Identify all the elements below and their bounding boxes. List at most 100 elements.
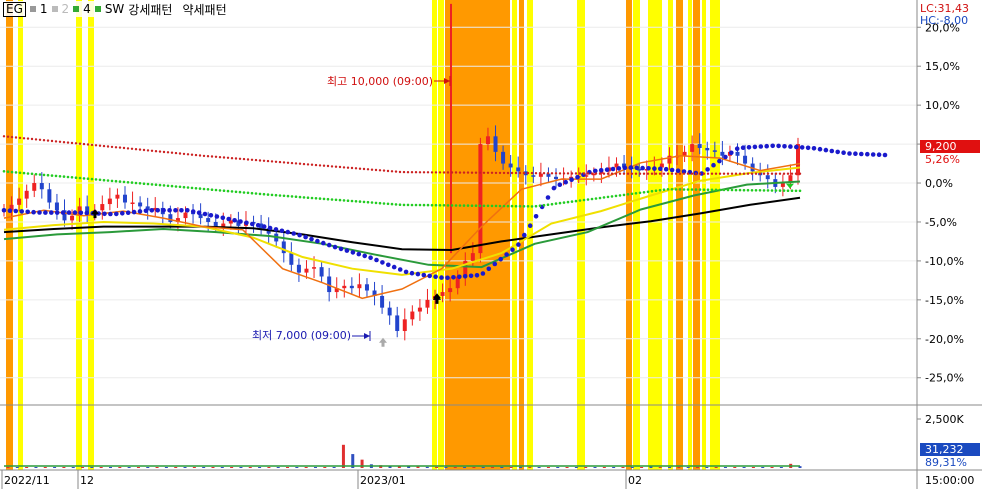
candle-body-9 [70,215,75,221]
dots-green-dot-98 [394,203,398,206]
sar-blue-dot-4 [25,209,31,215]
volume-bar-66 [621,467,625,468]
dots-red-dot-151 [606,172,610,175]
dots-red-dot-80 [322,164,326,167]
volume-bar-83 [779,467,783,468]
volume-bar-60 [565,467,569,468]
stock-chart[interactable]: 최고 10,000 (09:00) 최저 7,000 (09:00) 2 0,0%… [0,0,982,489]
volume-bar-74 [696,467,700,468]
volume-bar-11 [108,467,112,468]
eg-button[interactable]: EG [3,1,26,17]
dots-green-dot-77 [310,196,314,200]
dots-green-dot-197 [790,189,794,192]
candle-body-90 [682,151,687,156]
candle-body-52 [395,315,400,332]
dots-green-dot-5 [22,171,26,175]
sar-blue-dot-28 [167,208,172,213]
volume-bar-61 [574,467,578,468]
legend-sw[interactable]: SW [105,2,124,16]
sar-blue-dot-144 [853,151,858,156]
sar-blue-dot-86 [510,247,515,252]
dots-green-dot-94 [378,201,382,205]
dots-green-dot-21 [86,177,90,180]
dots-red-dot-180 [722,172,726,175]
dots-green-dot-25 [102,178,106,182]
dots-green-dot-72 [290,195,294,198]
dots-green-dot-6 [26,172,30,175]
pattern-band-1 [18,0,23,470]
dots-green-dot-76 [306,196,310,199]
dots-green-dot-129 [518,204,522,208]
dots-red-dot-95 [382,169,386,172]
dots-red-dot-15 [62,141,66,144]
sar-blue-dot-138 [817,146,823,152]
candle-body-7 [54,202,59,211]
y-tick-label-6: -10,0% [925,255,964,268]
candle-body-56 [425,299,430,308]
dots-red-dot-170 [682,172,686,175]
legend-item-2[interactable]: 2 [62,2,70,16]
dots-green-dot-58 [234,190,238,194]
dots-green-dot-66 [266,193,270,196]
sar-blue-dot-87 [516,242,521,247]
dots-green-dot-193 [774,189,778,192]
legend-weak-pattern[interactable]: 약세패턴 [182,1,226,18]
dots-red-dot-19 [78,142,82,145]
volume-bar-65 [612,467,616,468]
dots-green-dot-199 [798,189,802,193]
dots-green-dot-17 [70,176,74,179]
candle-body-59 [448,288,453,293]
sar-blue-dot-108 [640,165,645,171]
dots-red-dot-84 [338,165,342,169]
sar-blue-dot-113 [669,167,675,173]
dots-red-dot-42 [170,151,174,154]
candle-body-2 [17,198,22,205]
dots-red-dot-104 [418,171,422,174]
dots-green-dot-147 [590,197,594,201]
sar-blue-dot-100 [593,168,598,174]
dots-green-dot-71 [286,194,290,198]
legend-strong-pattern[interactable]: 강세패턴 [128,1,172,18]
sar-blue-dot-10 [60,210,66,215]
dots-green-dot-170 [682,188,686,191]
sar-blue-dot-105 [622,165,628,171]
legend-item-1[interactable]: 1 [40,2,48,16]
legend-box-4 [73,6,80,12]
sar-blue-dot-126 [746,145,752,150]
dots-red-dot-29 [118,146,122,149]
sar-blue-dot-84 [498,256,504,262]
volume-bar-1 [15,467,19,468]
candle-body-51 [387,307,392,316]
candle-body-40 [304,268,309,273]
dots-green-dot-172 [690,188,694,191]
sar-blue-dot-128 [758,144,764,149]
volume-bar-68 [640,467,644,468]
volume-bar-32 [304,467,308,468]
volume-bar-4 [43,467,47,468]
volume-bar-49 [463,467,467,468]
sar-blue-dot-82 [486,266,492,272]
dots-green-dot-152 [610,195,614,198]
candle-body-66 [501,151,506,164]
sar-blue-dot-12 [72,210,78,215]
sar-blue-dot-48 [285,229,291,235]
dots-red-dot-141 [566,172,570,175]
dots-red-dot-103 [414,171,418,174]
volume-bar-82 [770,467,774,468]
chart-canvas[interactable]: 최고 10,000 (09:00) 최저 7,000 (09:00) 2 0,0%… [0,0,982,489]
dots-green-dot-36 [146,182,150,186]
dots-green-dot-115 [462,204,466,207]
legend-item-4[interactable]: 4 [83,2,91,16]
dots-green-dot-125 [502,204,506,208]
pattern-band-3 [88,0,94,470]
volume-bar-0 [6,467,10,468]
sar-blue-dot-32 [190,209,196,214]
dots-red-dot-4 [18,136,22,140]
volume-bar-72 [677,467,681,468]
dots-green-dot-70 [282,194,286,198]
candle-body-6 [47,189,52,203]
sar-blue-dot-141 [835,149,840,155]
sar-blue-dot-14 [84,210,90,216]
dots-green-dot-194 [778,189,782,192]
volume-bar-17 [164,467,168,468]
